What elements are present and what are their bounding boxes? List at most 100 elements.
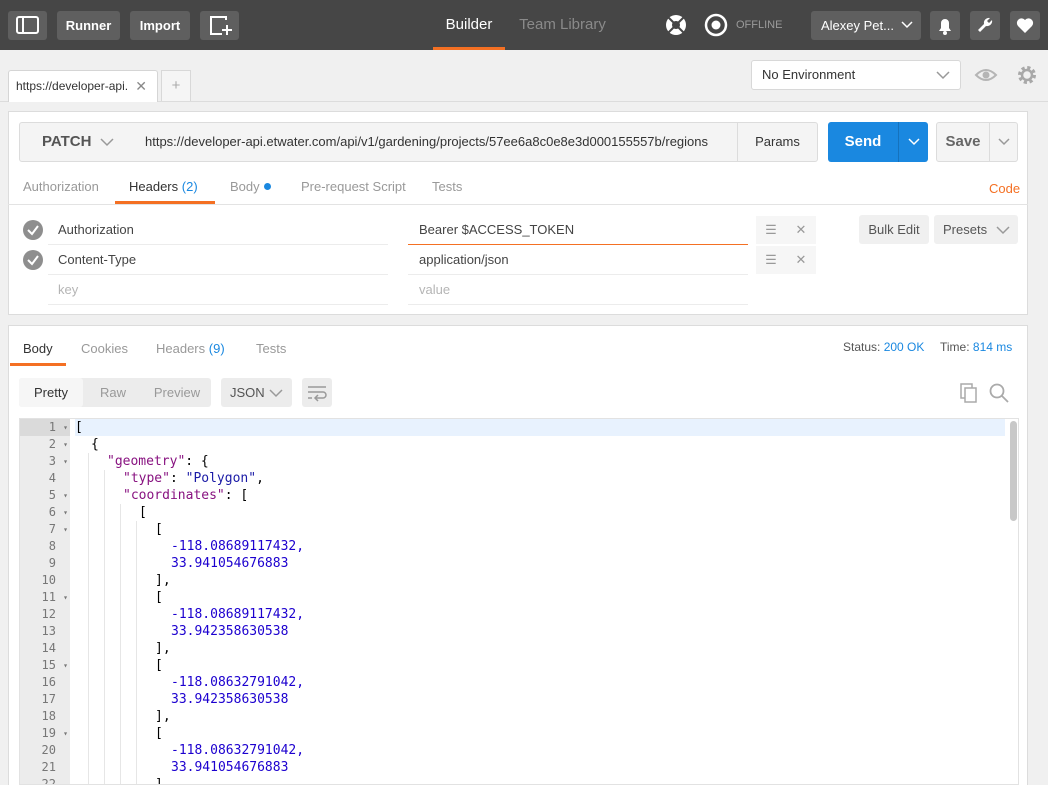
tab-tests[interactable]: Tests bbox=[432, 172, 462, 204]
line-number: 12 bbox=[41, 607, 56, 621]
nav-builder-tab[interactable]: Builder bbox=[433, 0, 505, 50]
view-mode-raw[interactable]: Raw bbox=[83, 378, 143, 407]
header-key-input[interactable]: Content-Type bbox=[48, 245, 388, 275]
generate-code-link[interactable]: Code bbox=[989, 181, 1020, 196]
delete-header-icon[interactable]: ✕ bbox=[786, 216, 816, 244]
user-menu-button[interactable]: Alexey Pet... bbox=[811, 11, 921, 40]
params-button[interactable]: Params bbox=[737, 122, 818, 162]
send-button[interactable]: Send bbox=[828, 122, 928, 162]
json-punctuation: [ bbox=[139, 505, 147, 520]
import-button[interactable]: Import bbox=[130, 11, 190, 40]
method-value: PATCH bbox=[42, 133, 92, 150]
send-options-button[interactable] bbox=[898, 122, 928, 162]
sync-status-button[interactable] bbox=[702, 11, 730, 40]
fold-toggle-icon[interactable]: ▾ bbox=[63, 725, 68, 742]
close-icon[interactable]: ✕ bbox=[135, 71, 147, 101]
new-tab-button[interactable] bbox=[200, 11, 239, 40]
fold-toggle-icon[interactable]: ▾ bbox=[63, 504, 68, 521]
line-number: 21 bbox=[41, 760, 56, 774]
presets-select[interactable]: Presets bbox=[934, 215, 1018, 244]
tab-body[interactable]: Body bbox=[230, 172, 271, 204]
top-bar: Runner Import Builder Team Library OFFLI… bbox=[0, 0, 1048, 50]
response-tab-body[interactable]: Body bbox=[10, 334, 66, 366]
json-punctuation: { bbox=[91, 437, 99, 452]
save-options-button[interactable] bbox=[989, 123, 1017, 161]
code-line: [ bbox=[75, 589, 1005, 606]
code-line: [ bbox=[75, 521, 1005, 538]
editor-scrollbar[interactable] bbox=[1010, 421, 1017, 521]
line-number: 22 bbox=[41, 777, 56, 785]
status-value: 200 OK bbox=[883, 340, 925, 354]
response-tab-headers[interactable]: Headers (9) bbox=[156, 334, 225, 366]
toggle-sidebar-button[interactable] bbox=[8, 11, 47, 40]
code-line: 33.942358630538 bbox=[75, 623, 1005, 640]
header-enabled-checkbox[interactable] bbox=[23, 250, 43, 270]
copy-response-button[interactable] bbox=[958, 381, 980, 405]
interceptor-button[interactable] bbox=[662, 11, 690, 40]
drag-handle-icon[interactable]: ☰ bbox=[756, 246, 786, 274]
search-icon bbox=[989, 383, 1009, 403]
environment-quick-look-button[interactable] bbox=[970, 60, 1002, 90]
header-value-input[interactable]: application/json bbox=[408, 245, 748, 275]
new-window-icon bbox=[210, 16, 232, 35]
json-key: "geometry" bbox=[107, 454, 186, 469]
view-mode-preview[interactable]: Preview bbox=[143, 378, 211, 407]
json-number: -118.08689117432, bbox=[171, 539, 305, 554]
header-key-input[interactable]: Authorization bbox=[48, 215, 388, 245]
bulk-edit-button[interactable]: Bulk Edit bbox=[859, 215, 929, 244]
view-mode-pretty[interactable]: Pretty bbox=[19, 378, 83, 407]
response-tab-tests[interactable]: Tests bbox=[256, 334, 286, 366]
json-number: -118.08689117432, bbox=[171, 607, 305, 622]
add-tab-button[interactable]: + bbox=[161, 70, 191, 101]
json-key: "coordinates" bbox=[123, 488, 225, 503]
line-number: 9 bbox=[48, 556, 56, 570]
code-line: "geometry": { bbox=[75, 453, 1005, 470]
new-header-value-input[interactable]: value bbox=[408, 275, 748, 305]
save-button[interactable]: Save bbox=[936, 122, 1018, 162]
nav-team-library-tab[interactable]: Team Library bbox=[515, 0, 610, 50]
chevron-down-icon bbox=[996, 215, 1010, 254]
fold-toggle-icon[interactable]: ▾ bbox=[63, 657, 68, 674]
json-number: 33.941054676883 bbox=[171, 760, 289, 775]
tab-pre-request-script[interactable]: Pre-request Script bbox=[301, 172, 406, 204]
environment-value: No Environment bbox=[762, 67, 856, 82]
url-input[interactable]: https://developer-api.etwater.com/api/v1… bbox=[134, 122, 738, 162]
code-line: "coordinates": [ bbox=[75, 487, 1005, 504]
runner-button[interactable]: Runner bbox=[57, 11, 120, 40]
environment-select[interactable]: No Environment bbox=[751, 60, 961, 90]
response-tab-cookies[interactable]: Cookies bbox=[81, 334, 128, 366]
fold-toggle-icon[interactable]: ▾ bbox=[63, 589, 68, 606]
format-value: JSON bbox=[230, 385, 265, 400]
drag-handle-icon[interactable]: ☰ bbox=[756, 216, 786, 244]
fold-toggle-icon[interactable]: ▾ bbox=[63, 436, 68, 453]
search-response-button[interactable] bbox=[987, 381, 1011, 405]
request-tab[interactable]: https://developer-api. ✕ bbox=[8, 70, 158, 102]
line-number: 10 bbox=[41, 573, 56, 587]
new-header-key-input[interactable]: key bbox=[48, 275, 388, 305]
format-select[interactable]: JSON bbox=[221, 378, 292, 407]
chevron-down-icon bbox=[907, 138, 920, 146]
fold-toggle-icon[interactable]: ▾ bbox=[63, 419, 68, 436]
favorite-button[interactable] bbox=[1010, 11, 1040, 40]
line-number: 15 ▾ bbox=[41, 657, 68, 674]
code-line: ], bbox=[75, 640, 1005, 657]
fold-toggle-icon[interactable]: ▾ bbox=[63, 453, 68, 470]
method-select[interactable]: PATCH bbox=[19, 122, 135, 162]
response-body-editor[interactable]: 1 ▾ [2 ▾ {3 ▾ "geometry": {4 "type": "Polygon",… bbox=[19, 418, 1019, 785]
delete-header-icon[interactable]: ✕ bbox=[786, 246, 816, 274]
json-punctuation: : { bbox=[185, 454, 209, 469]
settings-button[interactable] bbox=[970, 11, 1000, 40]
manage-environments-button[interactable] bbox=[1012, 60, 1042, 90]
tab-headers[interactable]: Headers (2) bbox=[115, 172, 215, 204]
fold-toggle-icon[interactable]: ▾ bbox=[63, 521, 68, 538]
line-number: 16 bbox=[41, 675, 56, 689]
divider bbox=[8, 204, 1028, 205]
line-number: 20 bbox=[41, 743, 56, 757]
wrap-lines-button[interactable] bbox=[302, 378, 332, 407]
header-value-input[interactable]: Bearer $ACCESS_TOKEN bbox=[408, 215, 748, 245]
chevron-down-icon bbox=[997, 138, 1010, 146]
fold-toggle-icon[interactable]: ▾ bbox=[63, 487, 68, 504]
tab-authorization[interactable]: Authorization bbox=[23, 172, 99, 204]
header-enabled-checkbox[interactable] bbox=[23, 220, 43, 240]
notifications-button[interactable] bbox=[930, 11, 960, 40]
